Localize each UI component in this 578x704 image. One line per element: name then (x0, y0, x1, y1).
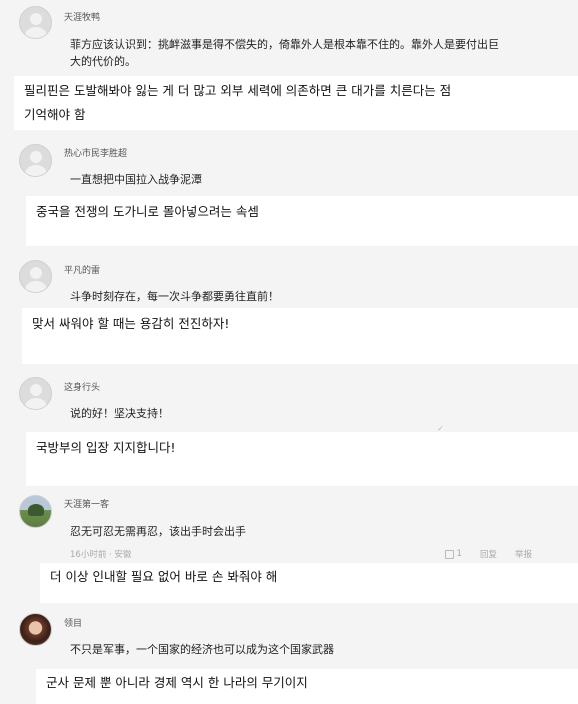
comment-username[interactable]: 领目 (64, 616, 82, 629)
translation-line: 기억해야 함 (24, 107, 86, 122)
translation-caption: 맞서 싸워야 할 때는 용감히 전진하자! (22, 308, 578, 364)
user-avatar[interactable] (19, 495, 52, 528)
comment-username[interactable]: 天涯牧鸭 (64, 10, 100, 23)
comment-username[interactable]: 平凡的雷 (64, 263, 100, 276)
translation-caption: 국방부의 입장 지지합니다! (26, 432, 578, 486)
like-count: 1 (456, 549, 462, 559)
comment-text: 不只是军事，一个国家的经济也可以成为这个国家武器 (70, 643, 334, 656)
comment-username[interactable]: 这身行头 (64, 380, 100, 393)
user-avatar[interactable] (19, 260, 52, 293)
reply-button[interactable]: 回复 (480, 548, 497, 560)
comment-meta: 16小时前 · 安徽 (70, 550, 132, 560)
thumbs-up-icon (444, 549, 454, 559)
translation-caption: 필리핀은 도발해봐야 잃는 게 더 많고 외부 세력에 의존하면 큰 대가를 치… (14, 76, 578, 130)
comment-text: 斗争时刻存在，每一次斗争都要勇往直前！ (70, 290, 279, 303)
comment-text: 忍无可忍无需再忍，该出手时会出手 (70, 525, 246, 538)
user-avatar[interactable] (19, 613, 52, 646)
comment-text: 说的好！坚决支持！ (70, 407, 169, 420)
translation-caption: 중국을 전쟁의 도가니로 몰아넣으려는 속셈 (26, 196, 578, 246)
translation-caption: 군사 문제 뿐 아니라 경제 역시 한 나라의 무기이지 (36, 669, 578, 704)
translation-line: 필리핀은 도발해봐야 잃는 게 더 많고 외부 세력에 의존하면 큰 대가를 치… (24, 83, 452, 98)
report-button[interactable]: 举报 (515, 548, 532, 560)
comment-actions: 1 回复 举报 (444, 548, 532, 560)
comment-username[interactable]: 天涯第一客 (64, 497, 109, 510)
comment-text-line: 大的代价的。 (70, 55, 136, 68)
comment-text: 菲方应该认识到：挑衅滋事是得不偿失的，倚靠外人是根本靠不住的。靠外人是要付出巨 … (70, 36, 499, 70)
comment-text-line: 菲方应该认识到：挑衅滋事是得不偿失的，倚靠外人是根本靠不住的。靠外人是要付出巨 (70, 38, 499, 51)
comment-username[interactable]: 热心市民李胜超 (64, 146, 127, 159)
like-button[interactable]: 1 (444, 548, 462, 560)
user-avatar[interactable] (19, 144, 52, 177)
user-avatar[interactable] (19, 6, 52, 39)
user-avatar[interactable] (19, 377, 52, 410)
translation-caption: 더 이상 인내할 필요 없어 바로 손 봐줘야 해 (40, 563, 578, 603)
comment-text: 一直想把中国拉入战争泥潭 (70, 173, 202, 186)
